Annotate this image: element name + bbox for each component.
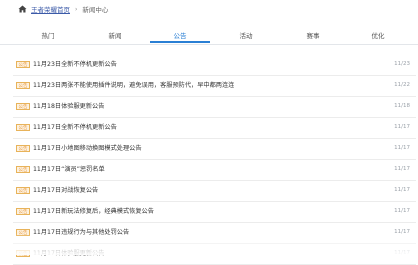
- list-item-date: 11/17: [394, 145, 410, 151]
- category-tag: 公告: [16, 166, 30, 173]
- category-tag: 公告: [16, 145, 30, 152]
- list-item[interactable]: 公告 11月23日全新不停机更新公告 11/23: [13, 55, 416, 76]
- list-item-date: 11/17: [394, 250, 410, 256]
- list-item-date: 11/23: [394, 61, 410, 67]
- list-item[interactable]: 公告 11月18日体验服更新公告 11/18: [13, 97, 416, 118]
- list-item[interactable]: 公告 11月17日违规行为与其他处罚公告 11/17: [13, 223, 416, 244]
- breadcrumb-home-link[interactable]: 王者荣耀首页: [31, 4, 70, 14]
- list-item[interactable]: 公告 11月17日对战恢复公告 11/17: [13, 181, 416, 202]
- category-tag: 公告: [16, 208, 30, 215]
- list-item-title[interactable]: 11月17日小地图移动换图模式处理公告: [33, 143, 142, 154]
- list-item[interactable]: 公告 11月23日两张不能使用插件说明，避免误用，客服预防代，早中都两连连 11/2…: [13, 76, 416, 97]
- category-tabs: 热门 新闻 公告 活动 赛事 优化: [0, 29, 418, 45]
- list-item-title[interactable]: 11月17日违规行为与其他处罚公告: [33, 227, 129, 238]
- announcement-list: 公告 11月23日全新不停机更新公告 11/23 公告 11月23日两张不能使用插件说明…: [13, 55, 416, 265]
- category-tag: 公告: [16, 124, 30, 131]
- tab-optimization[interactable]: 优化: [348, 29, 408, 43]
- tab-events[interactable]: 活动: [216, 29, 276, 43]
- list-item-title[interactable]: 11月23日两张不能使用插件说明，避免误用，客服预防代，早中都两连连: [33, 80, 234, 91]
- breadcrumb-separator: ›: [75, 5, 78, 13]
- list-item-date: 11/17: [394, 166, 410, 172]
- list-item-title[interactable]: 11月17日对战恢复公告: [33, 185, 98, 196]
- category-tag: 公告: [16, 229, 30, 236]
- list-item[interactable]: 公告 11月17日“演员”惩罚名单 11/17: [13, 160, 416, 181]
- home-icon[interactable]: [18, 5, 27, 13]
- list-item-date: 11/17: [394, 124, 410, 130]
- list-item-date: 11/17: [394, 229, 410, 235]
- list-item[interactable]: 公告 11月17日全新不停机更新公告 11/17: [13, 118, 416, 139]
- list-item-date: 11/22: [394, 82, 410, 88]
- breadcrumb-current: 新闻中心: [82, 6, 109, 14]
- tab-announcement[interactable]: 公告: [150, 29, 210, 43]
- category-tag: 公告: [16, 103, 30, 110]
- list-item-date: 11/17: [394, 187, 410, 193]
- category-tag: 公告: [16, 82, 30, 89]
- tab-hot[interactable]: 热门: [18, 29, 78, 43]
- list-item-date: 11/18: [394, 103, 410, 109]
- list-item-title[interactable]: 11月17日新玩法修复后，经典模式恢复公告: [33, 206, 154, 217]
- list-item-title[interactable]: 11月23日全新不停机更新公告: [33, 59, 117, 70]
- list-item-title[interactable]: 11月18日体验服更新公告: [33, 101, 104, 112]
- list-item-date: 11/17: [394, 208, 410, 214]
- list-item-title[interactable]: 11月17日“演员”惩罚名单: [33, 164, 105, 175]
- category-tag: 公告: [16, 250, 30, 257]
- breadcrumb: 王者荣耀首页 › 新闻中心: [18, 3, 108, 15]
- tab-news[interactable]: 新闻: [85, 29, 145, 43]
- list-item-title[interactable]: 11月17日全新不停机更新公告: [33, 122, 117, 133]
- category-tag: 公告: [16, 61, 30, 68]
- tab-tournament[interactable]: 赛事: [283, 29, 343, 43]
- list-item[interactable]: 公告 11月17日新玩法修复后，经典模式恢复公告 11/17: [13, 202, 416, 223]
- list-item-title[interactable]: 11月17日体验服更新公告: [33, 248, 104, 259]
- list-item[interactable]: 公告 11月17日小地图移动换图模式处理公告 11/17: [13, 139, 416, 160]
- category-tag: 公告: [16, 187, 30, 194]
